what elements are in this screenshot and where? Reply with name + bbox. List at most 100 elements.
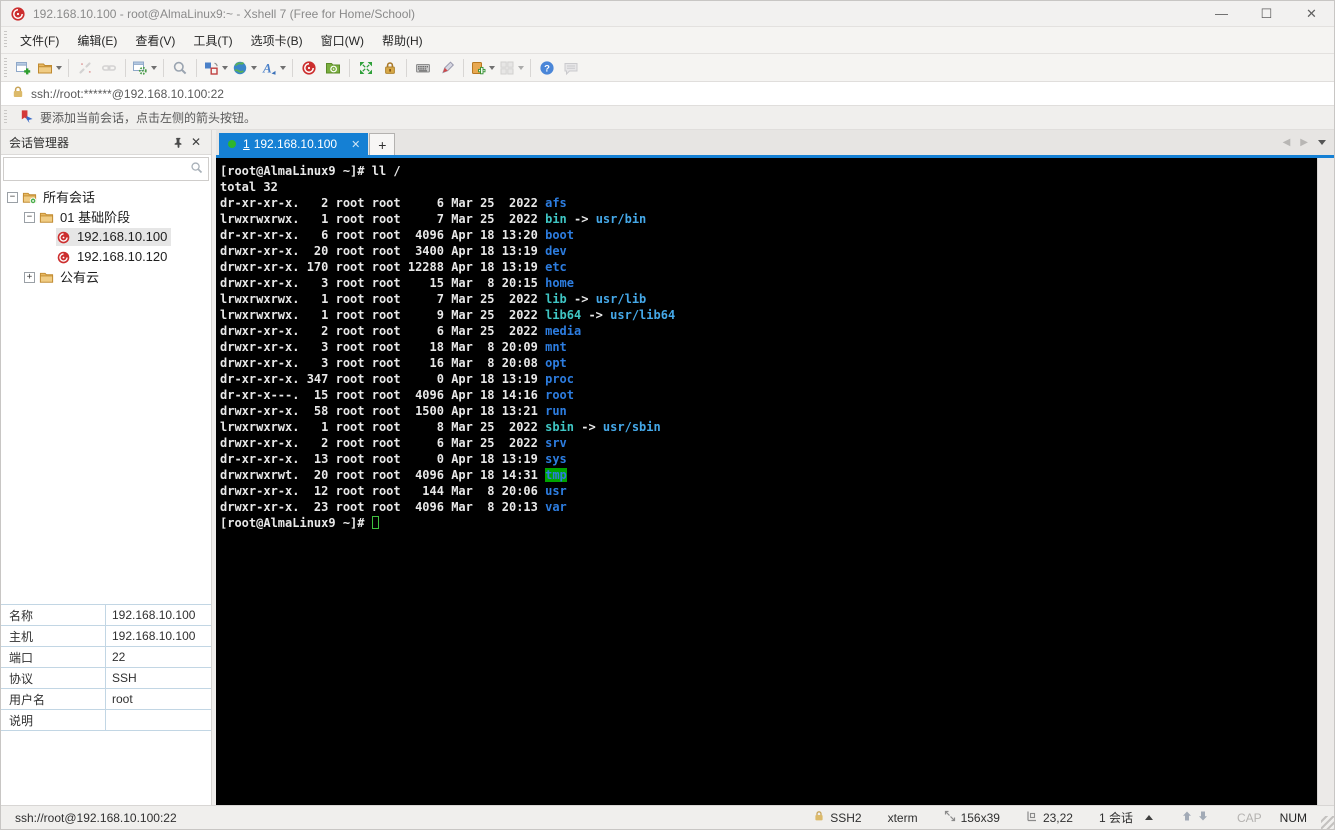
reconnect-icon bbox=[97, 57, 121, 79]
property-label: 协议 bbox=[1, 668, 106, 688]
chevron-down-icon[interactable] bbox=[489, 65, 495, 70]
tab-close-icon[interactable]: ✕ bbox=[351, 138, 360, 151]
xftp-icon[interactable] bbox=[321, 57, 345, 79]
property-value: root bbox=[112, 692, 133, 706]
collapse-icon[interactable]: − bbox=[7, 191, 18, 203]
property-row: 说明 bbox=[1, 710, 211, 731]
collapse-icon[interactable]: − bbox=[24, 211, 35, 223]
expand-icon[interactable]: + bbox=[24, 271, 35, 283]
session-tree-item[interactable]: − 所有会话 bbox=[1, 187, 211, 207]
tab-bar: 1 192.168.10.100 ✕ + ◀ ▶ bbox=[216, 130, 1334, 155]
pin-icon[interactable] bbox=[169, 133, 187, 151]
tab-session-active[interactable]: 1 192.168.10.100 ✕ bbox=[219, 133, 369, 155]
status-cursor-position: 23,22 bbox=[1026, 810, 1073, 825]
menu-item[interactable]: 帮助(H) bbox=[373, 30, 432, 52]
panel-empty-space bbox=[1, 731, 211, 805]
toolbar-separator bbox=[292, 58, 293, 77]
disconnect-icon bbox=[73, 57, 97, 79]
session-tree-item[interactable]: + 公有云 bbox=[1, 267, 211, 287]
panel-empty-space bbox=[1, 287, 211, 604]
terminal-line: drwxr-xr-x. 3 root root 16 Mar 8 20:08 o… bbox=[220, 356, 567, 370]
session-search-input[interactable] bbox=[4, 158, 190, 180]
folder-icon bbox=[39, 210, 54, 225]
chevron-down-icon[interactable] bbox=[222, 65, 228, 70]
session-tree-label: 所有会话 bbox=[43, 190, 96, 205]
toolbar-separator bbox=[68, 58, 69, 77]
tab-scroll-left-icon[interactable]: ◀ bbox=[1283, 137, 1291, 148]
resize-grip[interactable] bbox=[1321, 816, 1334, 829]
terminal-line: drwxr-xr-x. 170 root root 12288 Apr 18 1… bbox=[220, 260, 567, 274]
folder-icon bbox=[39, 270, 54, 285]
xshell-session-icon bbox=[56, 230, 71, 245]
session-manager-header: 会话管理器 ✕ bbox=[1, 130, 211, 155]
session-list-caret-icon[interactable] bbox=[1144, 815, 1153, 820]
new-tab-button[interactable]: + bbox=[369, 133, 396, 155]
font-icon[interactable]: A bbox=[259, 57, 288, 79]
chevron-down-icon[interactable] bbox=[56, 65, 62, 70]
session-tree-label: 192.168.10.100 bbox=[77, 229, 168, 244]
help-icon[interactable]: ? bbox=[535, 57, 559, 79]
session-search-box[interactable] bbox=[3, 157, 209, 181]
property-value: SSH bbox=[112, 671, 137, 685]
highlight-pen-icon[interactable] bbox=[435, 57, 459, 79]
session-manager-title: 会话管理器 bbox=[9, 135, 70, 150]
tab-scroll-right-icon[interactable]: ▶ bbox=[1300, 137, 1308, 148]
panel-close-icon[interactable]: ✕ bbox=[187, 133, 205, 151]
window-title: 192.168.10.100 - root@AlmaLinux9:~ - Xsh… bbox=[33, 6, 416, 21]
terminal-line: drwxr-xr-x. 23 root root 4096 Mar 8 20:1… bbox=[220, 500, 567, 514]
chevron-down-icon[interactable] bbox=[280, 65, 286, 70]
terminal-line: dr-xr-xr-x. 347 root root 0 Apr 18 13:19… bbox=[220, 372, 575, 386]
session-tree: − 所有会话 −01 基础阶段 192.168.10.100 192.168.10.12… bbox=[1, 184, 211, 287]
lock-screen-icon[interactable] bbox=[378, 57, 402, 79]
terminal-line: dr-xr-xr-x. 2 root root 6 Mar 25 2022 af… bbox=[220, 196, 567, 210]
svg-text:A: A bbox=[262, 60, 272, 75]
session-tree-item[interactable]: 192.168.10.120 bbox=[1, 247, 211, 267]
menu-item[interactable]: 窗口(W) bbox=[312, 30, 373, 52]
terminal-screen[interactable]: [root@AlmaLinux9 ~]# ll / total 32 dr-xr-x… bbox=[216, 158, 1317, 805]
fullscreen-icon[interactable] bbox=[354, 57, 378, 79]
new-file-icon[interactable] bbox=[468, 57, 497, 79]
address-value[interactable]: ssh://root:******@192.168.10.100:22 bbox=[31, 87, 224, 101]
chevron-down-icon[interactable] bbox=[518, 65, 524, 70]
terminal-line: lrwxrwxrwx. 1 root root 7 Mar 25 2022 li… bbox=[220, 292, 647, 306]
session-tree-item[interactable]: − 01 基础阶段 bbox=[1, 207, 211, 227]
xshell-icon[interactable] bbox=[297, 57, 321, 79]
layout-icon[interactable] bbox=[201, 57, 230, 79]
terminal-line: lrwxrwxrwx. 1 root root 9 Mar 25 2022 li… bbox=[220, 308, 676, 322]
encoding-globe-icon[interactable] bbox=[230, 57, 259, 79]
menu-item[interactable]: 选项卡(B) bbox=[242, 30, 312, 52]
minimize-button[interactable]: — bbox=[1199, 1, 1244, 26]
chevron-down-icon[interactable] bbox=[151, 65, 157, 70]
maximize-button[interactable]: ☐ bbox=[1244, 1, 1289, 26]
toolbar-separator bbox=[530, 58, 531, 77]
virtual-keyboard-icon[interactable] bbox=[411, 57, 435, 79]
terminal-line: lrwxrwxrwx. 1 root root 8 Mar 25 2022 sb… bbox=[220, 420, 661, 434]
menu-item[interactable]: 文件(F) bbox=[11, 30, 68, 52]
menu-item[interactable]: 查看(V) bbox=[126, 30, 184, 52]
status-scroll-arrows[interactable] bbox=[1179, 810, 1211, 825]
status-terminal-type[interactable]: xterm bbox=[888, 811, 918, 825]
toolbar-separator bbox=[349, 58, 350, 77]
terminal-scrollbar[interactable] bbox=[1317, 158, 1334, 805]
tab-list-caret-icon[interactable] bbox=[1318, 140, 1326, 145]
menu-item[interactable]: 编辑(E) bbox=[68, 30, 126, 52]
property-row: 端口 22 bbox=[1, 647, 211, 668]
terminal-line: dr-xr-xr-x. 6 root root 4096 Apr 18 13:2… bbox=[220, 228, 575, 242]
toolbar-separator bbox=[125, 58, 126, 77]
session-tree-item[interactable]: 192.168.10.100 bbox=[1, 227, 211, 247]
lock-icon bbox=[1, 85, 25, 102]
status-session-count[interactable]: 1 会话 bbox=[1099, 809, 1153, 826]
new-session-icon[interactable] bbox=[11, 57, 35, 79]
status-bar: ssh://root@192.168.10.100:22 SSH2 xterm … bbox=[1, 805, 1334, 829]
find-icon[interactable] bbox=[168, 57, 192, 79]
arrow-down-icon[interactable] bbox=[1195, 810, 1211, 825]
menu-item[interactable]: 工具(T) bbox=[184, 30, 241, 52]
toolbar-separator bbox=[163, 58, 164, 77]
arrow-up-icon[interactable] bbox=[1179, 810, 1195, 825]
address-bar[interactable]: ssh://root:******@192.168.10.100:22 bbox=[1, 81, 1334, 105]
close-button[interactable]: ✕ bbox=[1289, 1, 1334, 26]
open-folder-icon[interactable] bbox=[35, 57, 64, 79]
chevron-down-icon[interactable] bbox=[251, 65, 257, 70]
property-value: 192.168.10.100 bbox=[112, 629, 196, 643]
session-properties-icon[interactable] bbox=[130, 57, 159, 79]
